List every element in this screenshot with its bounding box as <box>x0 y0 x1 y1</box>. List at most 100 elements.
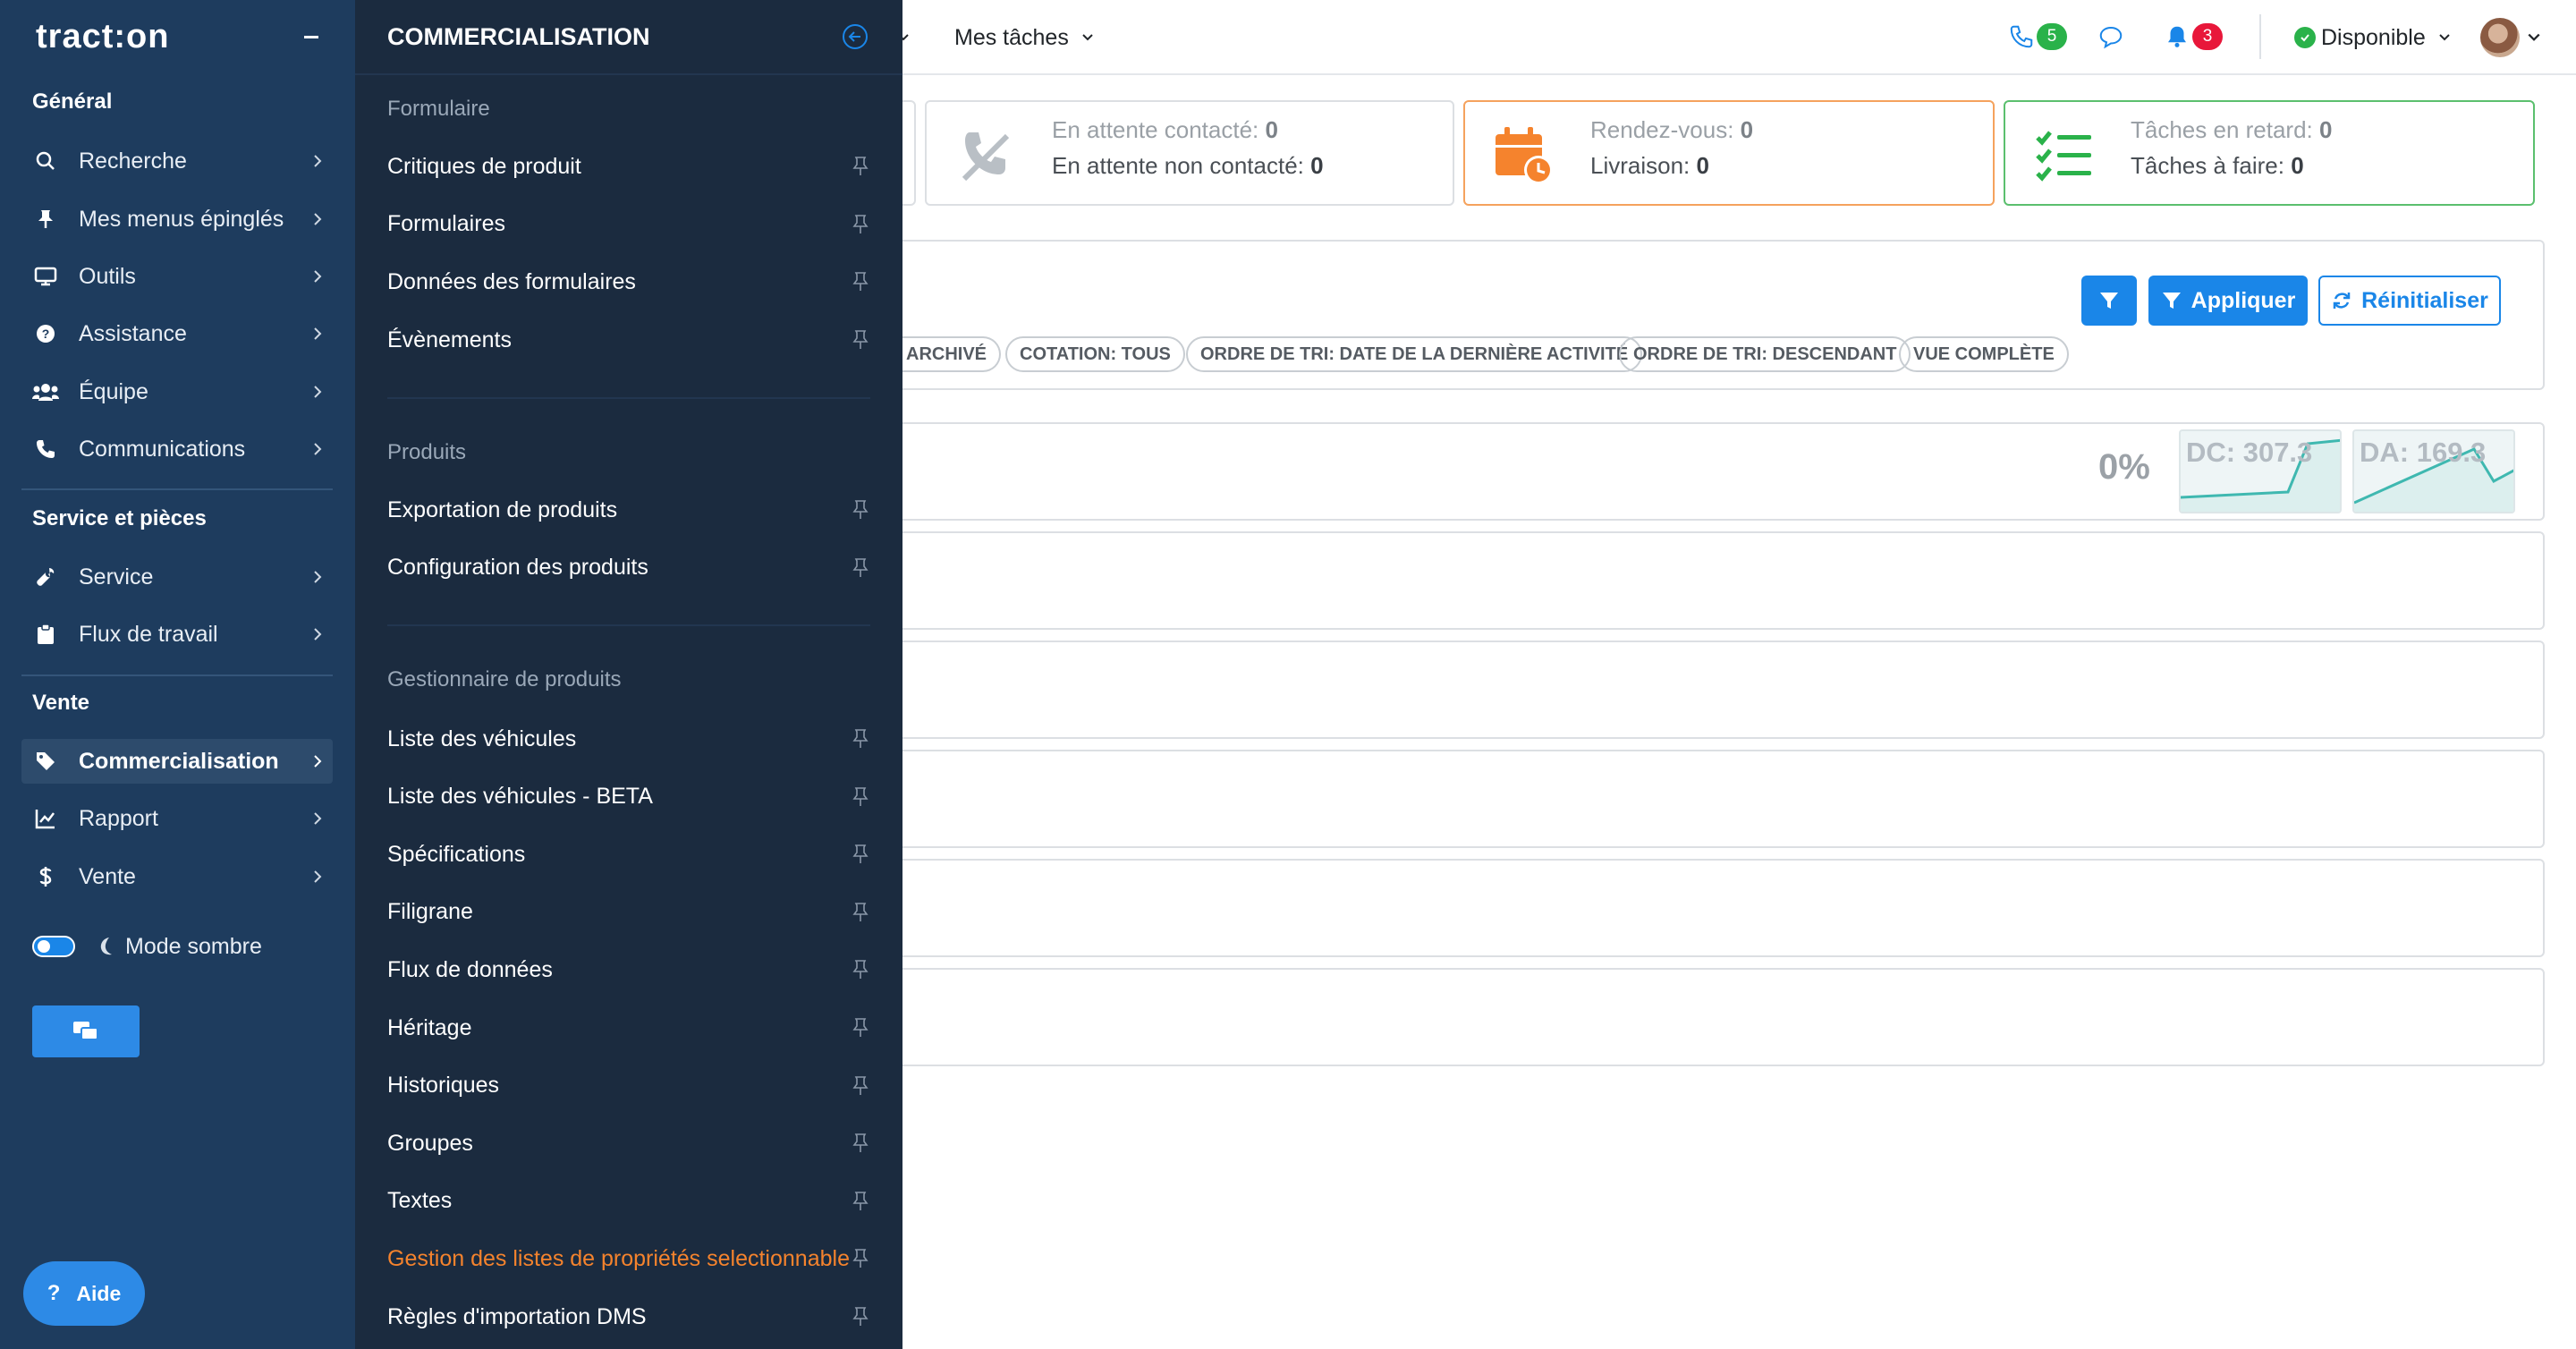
filter-chip[interactable]: ORDRE DE TRI: DESCENDANT <box>1619 336 1911 372</box>
pin-button[interactable] <box>851 1306 870 1328</box>
pin-button[interactable] <box>851 271 870 293</box>
thumbtack-icon <box>852 330 869 350</box>
pin-button[interactable] <box>851 1191 870 1212</box>
sidebar-item-report[interactable]: Rapport <box>21 796 333 841</box>
pin-button[interactable] <box>851 786 870 808</box>
filter-chip[interactable]: ARCHIVÉ <box>902 336 1002 372</box>
filter-panel: Appliquer Réinitialiser ARCHIVÉ COTATION… <box>902 240 2545 390</box>
pin-button[interactable] <box>851 1075 870 1097</box>
pin-button[interactable] <box>851 1133 870 1154</box>
panel-menu-item[interactable]: Formulaires <box>387 205 870 244</box>
phone-count-badge: 5 <box>2037 23 2067 50</box>
filter-chip[interactable]: COTATION: TOUS <box>1005 336 1185 372</box>
panel-menu-item[interactable]: Historiques <box>387 1066 870 1106</box>
commercialisation-panel: COMMERCIALISATION Formulaire Critiques d… <box>355 0 902 1349</box>
filter-icon <box>2100 293 2118 309</box>
chat-button[interactable] <box>32 1005 140 1057</box>
chevron-down-icon[interactable] <box>2527 32 2541 43</box>
panel-menu-item[interactable]: Liste des véhicules - BETA <box>387 777 870 817</box>
chevron-right-icon <box>314 443 322 455</box>
sidebar-item-label: Assistance <box>79 320 187 346</box>
group-manager-title: Gestionnaire de produits <box>387 667 622 691</box>
stat-contact-line1: En attente contacté: 0 <box>1052 116 1278 143</box>
dark-mode-toggle[interactable] <box>32 936 75 957</box>
group-form-title: Formulaire <box>387 97 490 121</box>
filter-chip[interactable]: VUE COMPLÈTE <box>1899 336 2069 372</box>
stat-card-tasks[interactable]: Tâches en retard: 0 Tâches à faire: 0 <box>2004 100 2535 206</box>
panel-menu-item[interactable]: Textes <box>387 1182 870 1221</box>
list-item[interactable] <box>902 641 2545 739</box>
pin-button[interactable] <box>851 156 870 177</box>
sidebar-item-pinned-menus[interactable]: Mes menus épinglés <box>21 197 333 242</box>
pin-button[interactable] <box>851 844 870 865</box>
chevron-right-icon <box>314 571 322 583</box>
stat-appointment-line1: Rendez-vous: 0 <box>1590 116 1754 143</box>
sidebar-item-workflow[interactable]: Flux de travail <box>21 612 333 657</box>
panel-menu-item[interactable]: Évènements <box>387 320 870 360</box>
stat-card-appointment[interactable]: Rendez-vous: 0 Livraison: 0 <box>1463 100 1995 206</box>
panel-menu-item[interactable]: Liste des véhicules <box>387 719 870 759</box>
notifications-count-badge: 3 <box>2192 23 2223 50</box>
help-button[interactable]: ? Aide <box>23 1261 145 1326</box>
section-service-title: Service et pièces <box>32 506 207 530</box>
panel-menu-item[interactable]: Filigrane <box>387 893 870 932</box>
list-item[interactable] <box>902 859 2545 957</box>
da-label: DA: 169.3 <box>2360 437 2487 468</box>
panel-title: COMMERCIALISATION <box>387 23 650 50</box>
reset-button[interactable]: Réinitialiser <box>2318 276 2501 326</box>
panel-menu-item[interactable]: Critiques de produit <box>387 147 870 186</box>
panel-menu-item[interactable]: Données des formulaires <box>387 262 870 301</box>
pin-button[interactable] <box>851 1248 870 1269</box>
collapse-sidebar-button[interactable] <box>304 36 318 38</box>
panel-menu-item-label: Liste des véhicules <box>387 725 577 751</box>
stat-card-contact[interactable]: En attente contacté: 0 En attente non co… <box>925 100 1454 206</box>
sidebar-item-tools[interactable]: Outils <box>21 254 333 299</box>
pin-button[interactable] <box>851 499 870 521</box>
filter-toggle-button[interactable] <box>2081 276 2137 326</box>
pin-button[interactable] <box>851 214 870 235</box>
pin-button[interactable] <box>851 1017 870 1039</box>
sidebar-item-label: Communications <box>79 436 246 462</box>
pin-button[interactable] <box>851 902 870 923</box>
sidebar-item-label: Service <box>79 564 154 590</box>
panel-menu-item[interactable]: Groupes <box>387 1124 870 1163</box>
list-item[interactable] <box>902 750 2545 848</box>
panel-menu-item[interactable]: Spécifications <box>387 835 870 874</box>
pin-button[interactable] <box>851 959 870 980</box>
section-sale-title: Vente <box>32 691 90 715</box>
list-item[interactable] <box>902 531 2545 630</box>
question-icon: ? <box>47 1281 61 1305</box>
pin-button[interactable] <box>851 557 870 579</box>
pin-button[interactable] <box>851 329 870 351</box>
pin-button[interactable] <box>851 728 870 750</box>
users-icon <box>32 384 59 401</box>
my-tasks-label: Mes tâches <box>954 24 1069 50</box>
bell-icon <box>2168 26 2186 47</box>
phone-button[interactable]: 5 <box>2008 20 2067 54</box>
close-panel-button[interactable] <box>842 23 869 50</box>
apply-button[interactable]: Appliquer <box>2148 276 2308 326</box>
sidebar-item-assistance[interactable]: ? Assistance <box>21 311 333 356</box>
sidebar-item-team[interactable]: Équipe <box>21 369 333 414</box>
panel-menu-item[interactable]: Flux de données <box>387 950 870 989</box>
sidebar-item-communications[interactable]: Communications <box>21 427 333 471</box>
panel-menu-item[interactable]: Héritage <box>387 1008 870 1048</box>
panel-menu-item[interactable]: Gestion des listes de propriétés selecti… <box>387 1239 870 1278</box>
avatar[interactable] <box>2480 18 2520 57</box>
chat-bubble-icon <box>2099 26 2123 49</box>
sidebar-item-sale[interactable]: Vente <box>21 854 333 899</box>
my-tasks-menu[interactable]: Mes tâches <box>954 23 1094 52</box>
notifications-button[interactable]: 3 <box>2164 20 2223 54</box>
availability-dropdown[interactable]: Disponible <box>2294 21 2451 54</box>
sidebar-item-commercialisation[interactable]: Commercialisation <box>21 739 333 784</box>
list-item[interactable] <box>902 968 2545 1066</box>
panel-menu-item[interactable]: Configuration des produits <box>387 548 870 588</box>
sidebar-item-search[interactable]: Recherche <box>21 139 333 183</box>
panel-menu-item-label: Gestion des listes de propriétés selecti… <box>387 1245 850 1271</box>
panel-menu-item[interactable]: Règles d'importation DMS <box>387 1297 870 1336</box>
help-label: Aide <box>76 1281 122 1305</box>
sidebar-item-service[interactable]: Service <box>21 555 333 599</box>
filter-chip[interactable]: ORDRE DE TRI: DATE DE LA DERNIÈRE ACTIVI… <box>1186 336 1643 372</box>
panel-menu-item[interactable]: Exportation de produits <box>387 490 870 530</box>
messages-button[interactable] <box>2097 20 2124 54</box>
